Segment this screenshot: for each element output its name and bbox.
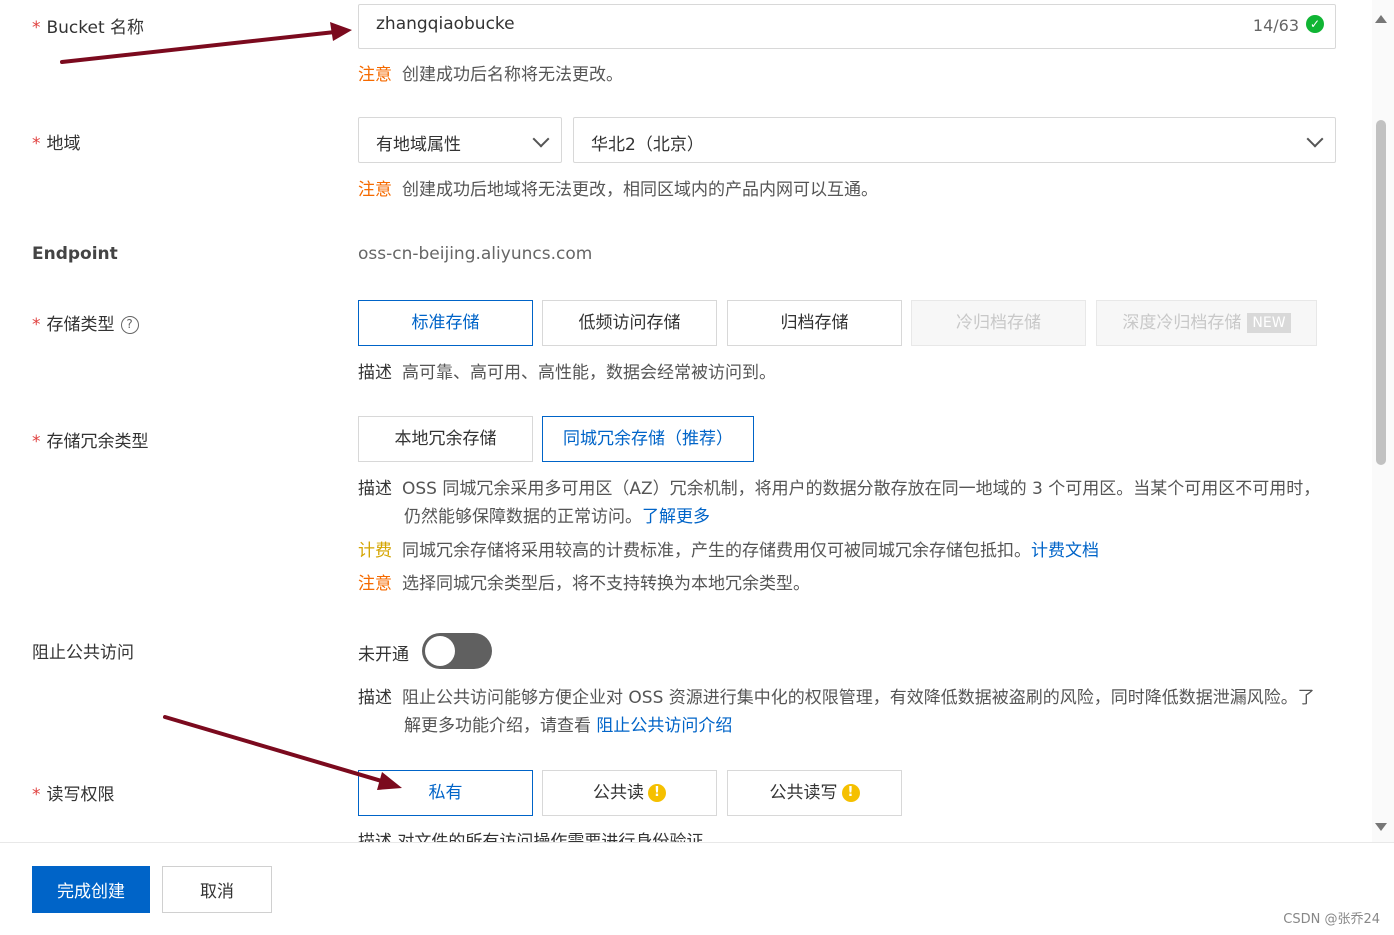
new-badge: NEW bbox=[1247, 313, 1291, 333]
bucket-name-input[interactable]: zhangqiaobucke 14/63 ✓ bbox=[358, 4, 1336, 49]
check-circle-icon: ✓ bbox=[1306, 15, 1324, 33]
chevron-down-icon bbox=[532, 130, 550, 148]
storage-ia-option[interactable]: 低频访问存储 bbox=[542, 300, 717, 346]
bucket-create-form: * Bucket 名称 zhangqiaobucke 14/63 ✓ 注意 创建成功… bbox=[0, 0, 1372, 842]
bucket-name-note: 注意 创建成功后名称将无法更改。 bbox=[358, 65, 623, 85]
redundancy-lrs-option[interactable]: 本地冗余存储 bbox=[358, 416, 533, 462]
redundancy-zrs-option[interactable]: 同城冗余存储（推荐） bbox=[542, 416, 754, 462]
block-public-doc-link[interactable]: 阻止公共访问介绍 bbox=[596, 716, 732, 736]
storage-deep-cold-option: 深度冷归档存储 NEW bbox=[1096, 300, 1317, 346]
storage-archive-option[interactable]: 归档存储 bbox=[727, 300, 902, 346]
region-type-select[interactable]: 有地域属性 bbox=[358, 117, 562, 163]
acl-label: * 读写权限 bbox=[32, 785, 115, 805]
acl-desc-partial: 描述 对文件的所有访问操作需要进行身份验证。 bbox=[358, 832, 721, 842]
block-public-label: 阻止公共访问 bbox=[32, 643, 134, 663]
cancel-button[interactable]: 取消 bbox=[162, 866, 272, 913]
redundancy-desc: 描述 OSS 同城冗余采用多可用区（AZ）冗余机制，将用户的数据分散存放在同一地域… bbox=[358, 479, 1321, 527]
fee-doc-link[interactable]: 计费文档 bbox=[1031, 541, 1099, 561]
warning-icon: ! bbox=[648, 784, 666, 802]
acl-private-option[interactable]: 私有 bbox=[358, 770, 533, 816]
redundancy-note: 注意 选择同城冗余类型后，将不支持转换为本地冗余类型。 bbox=[358, 574, 810, 594]
learn-more-link[interactable]: 了解更多 bbox=[642, 507, 710, 527]
redundancy-fee: 计费 同城冗余存储将采用较高的计费标准，产生的存储费用仅可被同城冗余存储包抵扣。计… bbox=[358, 541, 1099, 561]
endpoint-label: Endpoint bbox=[32, 244, 118, 264]
redundancy-label: * 存储冗余类型 bbox=[32, 432, 149, 452]
scrollbar-thumb[interactable] bbox=[1376, 120, 1386, 465]
chevron-down-icon bbox=[1306, 130, 1324, 148]
acl-public-read-option[interactable]: 公共读! bbox=[542, 770, 717, 816]
storage-class-label: * 存储类型? bbox=[32, 310, 139, 335]
region-select[interactable]: 华北2（北京） bbox=[573, 117, 1336, 163]
storage-standard-option[interactable]: 标准存储 bbox=[358, 300, 533, 346]
scroll-down-arrow-icon[interactable] bbox=[1375, 823, 1387, 831]
watermark: CSDN @张乔24 bbox=[1283, 912, 1380, 927]
bucket-name-label: * Bucket 名称 bbox=[32, 18, 145, 38]
block-public-desc: 描述 阻止公共访问能够方便企业对 OSS 资源进行集中化的权限管理，有效降低数据被… bbox=[358, 688, 1315, 736]
scroll-up-arrow-icon[interactable] bbox=[1375, 15, 1387, 23]
help-icon[interactable]: ? bbox=[120, 316, 139, 334]
bucket-name-value: zhangqiaobucke bbox=[376, 14, 515, 34]
endpoint-value: oss-cn-beijing.aliyuncs.com bbox=[358, 244, 593, 264]
storage-class-desc: 描述 高可靠、高可用、高性能，数据会经常被访问到。 bbox=[358, 363, 776, 383]
region-label: * 地域 bbox=[32, 134, 81, 154]
warning-icon: ! bbox=[841, 784, 860, 802]
toggle-knob bbox=[425, 636, 455, 666]
create-button[interactable]: 完成创建 bbox=[32, 866, 150, 913]
region-note: 注意 创建成功后地域将无法更改，相同区域内的产品内网可以互通。 bbox=[358, 180, 878, 200]
block-public-status: 未开通 bbox=[358, 645, 409, 665]
block-public-toggle[interactable] bbox=[422, 633, 492, 669]
char-counter: 14/63 bbox=[1252, 16, 1299, 35]
storage-cold-archive-option: 冷归档存储 bbox=[911, 300, 1086, 346]
acl-public-rw-option[interactable]: 公共读写! bbox=[727, 770, 902, 816]
